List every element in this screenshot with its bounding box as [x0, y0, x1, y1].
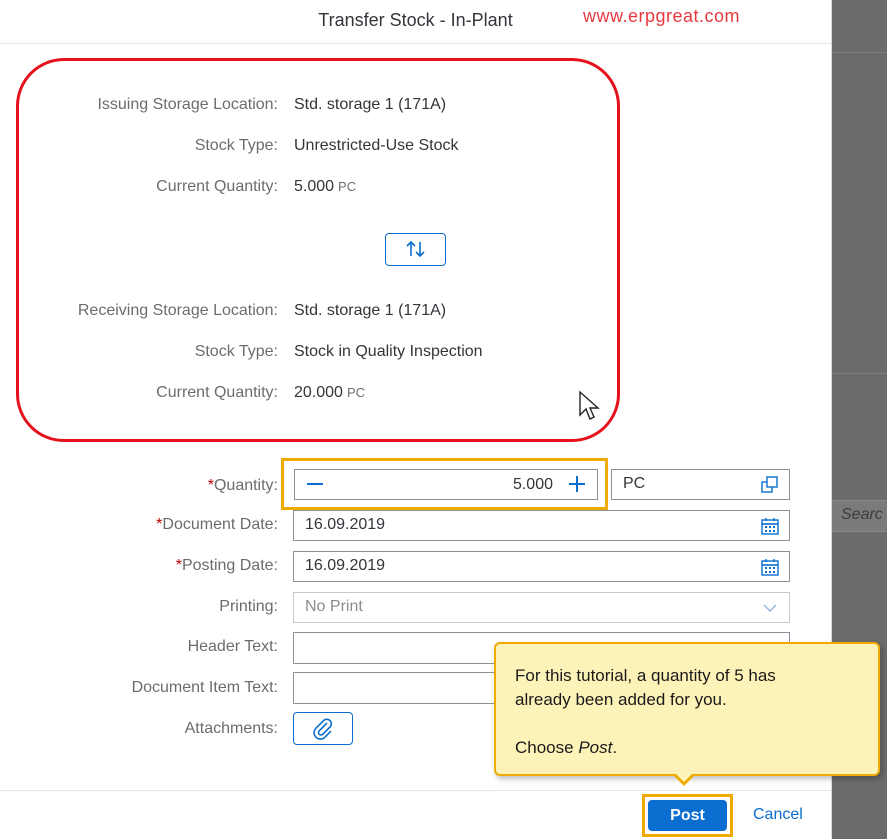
swap-locations-button[interactable] — [385, 233, 446, 266]
value-help-icon[interactable] — [761, 476, 779, 494]
issuing-stock-type-value: Unrestricted-Use Stock — [294, 137, 459, 154]
posting-date-field[interactable]: 16.09.2019 — [293, 551, 790, 582]
attachments-label: Attachments: — [184, 720, 278, 737]
receiving-stock-type-label: Stock Type: — [194, 343, 278, 360]
issuing-quantity-value: 5.000 PC — [294, 178, 356, 196]
posting-date-label-text: Posting Date: — [181, 557, 278, 574]
decrease-quantity-button[interactable] — [300, 470, 330, 498]
unit-value: PC — [623, 475, 646, 492]
quantity-value: 5.000 — [512, 476, 553, 493]
footer-divider — [0, 790, 831, 791]
header-divider — [0, 43, 831, 44]
document-date-field[interactable]: 16.09.2019 — [293, 510, 790, 541]
posting-date-label: *Posting Date: — [0, 557, 278, 575]
issuing-quantity-unit: PC — [338, 179, 357, 194]
increase-quantity-button[interactable] — [562, 470, 592, 498]
issuing-location-value: Std. storage 1 (171A) — [294, 96, 447, 113]
issuing-quantity-label: Current Quantity: — [156, 178, 278, 195]
receiving-quantity-value: 20.000 PC — [294, 384, 365, 402]
callout-pointer-fill — [675, 773, 693, 782]
callout-line-2: already been added for you. — [515, 690, 727, 709]
callout-line-3: Choose Post. — [515, 736, 865, 760]
post-button[interactable]: Post — [648, 800, 727, 831]
callout-line-1: For this tutorial, a quantity of 5 has — [515, 666, 776, 685]
plus-icon — [569, 476, 585, 492]
receiving-stock-type-value: Stock in Quality Inspection — [294, 343, 483, 360]
chevron-down-icon[interactable] — [761, 599, 779, 617]
paperclip-icon — [313, 718, 333, 740]
receiving-location-label: Receiving Storage Location: — [77, 302, 278, 319]
tutorial-callout: For this tutorial, a quantity of 5 has a… — [494, 642, 880, 776]
swap-arrows-icon — [405, 240, 425, 258]
background-search-field: Searc — [831, 500, 887, 532]
document-date-value: 16.09.2019 — [305, 516, 386, 533]
item-text-label: Document Item Text: — [131, 679, 278, 696]
callout-line-3-prefix: Choose — [515, 738, 579, 757]
mouse-cursor-icon — [579, 390, 600, 420]
printing-label: Printing: — [219, 598, 278, 615]
watermark: www.erpgreat.com — [583, 6, 741, 26]
quantity-label: *Quantity: — [0, 477, 278, 495]
posting-date-value: 16.09.2019 — [305, 557, 386, 574]
receiving-quantity-unit: PC — [346, 385, 365, 400]
quantity-label-text: Quantity: — [213, 477, 278, 494]
add-attachment-button[interactable] — [293, 712, 353, 745]
calendar-icon[interactable] — [761, 517, 779, 535]
printing-select[interactable]: No Print — [293, 592, 790, 623]
unit-input[interactable]: PC — [611, 469, 790, 500]
issuing-quantity-number: 5.000 — [294, 178, 335, 195]
minus-icon — [307, 483, 323, 485]
receiving-quantity-number: 20.000 — [294, 384, 343, 401]
printing-placeholder: No Print — [305, 598, 363, 615]
document-date-label: *Document Date: — [0, 516, 278, 534]
header-text-label: Header Text: — [187, 638, 278, 655]
cancel-button[interactable]: Cancel — [753, 806, 803, 824]
document-date-label-text: Document Date: — [162, 516, 278, 533]
receiving-location-value: Std. storage 1 (171A) — [294, 302, 447, 319]
background-search-placeholder: Searc — [841, 506, 883, 523]
callout-line-3-suffix: . — [612, 738, 618, 757]
receiving-quantity-label: Current Quantity: — [156, 384, 278, 401]
issuing-location-label: Issuing Storage Location: — [97, 96, 278, 113]
calendar-icon[interactable] — [761, 558, 779, 576]
issuing-stock-type-label: Stock Type: — [194, 137, 278, 154]
callout-line-3-emph: Post — [578, 738, 613, 757]
